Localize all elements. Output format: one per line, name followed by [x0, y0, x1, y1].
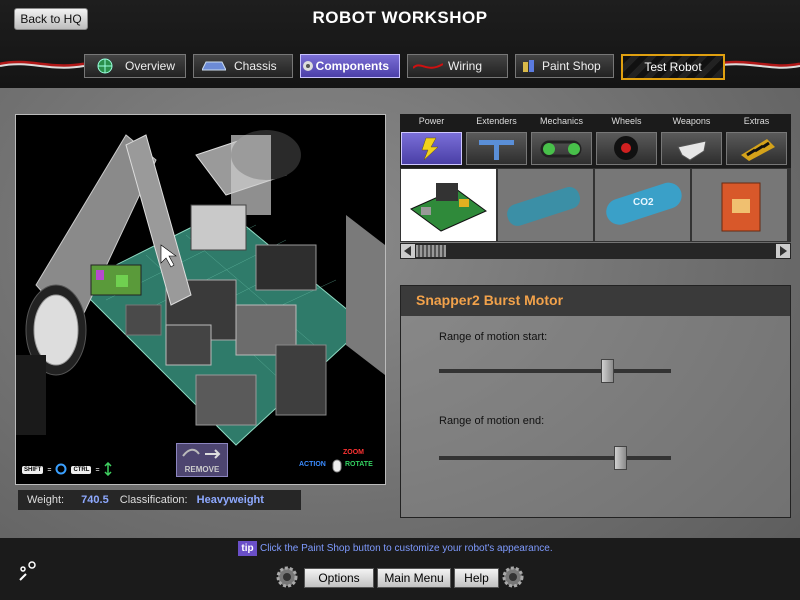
robot-stats-bar: Weight: 740.5 Classification: Heavyweigh…	[18, 490, 301, 510]
classification-value: Heavyweight	[196, 494, 264, 506]
page-title: ROBOT WORKSHOP	[312, 8, 488, 27]
mouse-icon	[332, 459, 342, 475]
robot-3d-viewport[interactable]: REMOVE SHIFT = CTRL = ZOOM ACTION ROTATE	[15, 114, 386, 485]
weight-value: 740.5	[81, 494, 109, 506]
parts-strip: CO2	[400, 168, 791, 242]
circuit-board-part[interactable]	[401, 169, 496, 241]
scroll-right-arrow-icon[interactable]	[776, 244, 790, 258]
remove-button[interactable]: REMOVE	[176, 443, 228, 477]
lightning-icon	[401, 132, 462, 165]
range-start-label: Range of motion start:	[439, 331, 548, 343]
tab-test-robot[interactable]: Test Robot	[621, 54, 725, 80]
range-start-slider[interactable]	[439, 359, 671, 383]
wheel-icon	[596, 132, 657, 165]
scrollbar-thumb[interactable]	[416, 245, 446, 257]
category-power[interactable]: Power	[400, 114, 463, 168]
status-indicator-icon	[16, 560, 40, 589]
extender-bar-icon	[466, 132, 527, 165]
tab-overview[interactable]: Overview	[84, 54, 186, 78]
tip-badge: tip	[238, 541, 257, 556]
help-button[interactable]: Help	[454, 568, 499, 588]
paint-cans-icon	[516, 58, 542, 74]
gear-icon	[276, 566, 298, 588]
component-category-bar: Power Extenders Mechanics Wheels Weapons…	[400, 114, 791, 168]
component-properties-panel: Snapper2 Burst Motor Range of motion sta…	[400, 285, 791, 518]
blade-icon	[661, 132, 722, 165]
camera-key-hints: SHIFT = CTRL =	[22, 461, 112, 478]
tab-wiring[interactable]: Wiring	[407, 54, 508, 78]
scroll-left-arrow-icon[interactable]	[401, 244, 415, 258]
co2-tank-part[interactable]: CO2	[595, 169, 690, 241]
robot-model[interactable]	[16, 115, 385, 484]
chassis-icon	[194, 60, 234, 72]
range-end-slider[interactable]	[439, 446, 671, 470]
header: Back to HQ ROBOT WORKSHOP Overview Chass…	[0, 0, 800, 88]
hazard-plate-icon	[726, 132, 787, 165]
range-end-thumb[interactable]	[614, 446, 627, 470]
options-button[interactable]: Options	[304, 568, 374, 588]
parts-scrollbar[interactable]	[400, 243, 791, 259]
chain-sprocket-icon	[531, 132, 592, 165]
gear-icon	[301, 59, 316, 73]
component-name: Snapper2 Burst Motor	[416, 292, 564, 308]
category-mechanics[interactable]: Mechanics	[530, 114, 593, 168]
wire-icon	[408, 60, 448, 72]
tip-text: Click the Paint Shop button to customize…	[260, 543, 553, 554]
gear-icon	[502, 566, 524, 588]
range-start-thumb[interactable]	[601, 359, 614, 383]
blue-pneumatic-tank-part[interactable]	[498, 169, 593, 241]
remove-arrows-icon	[182, 448, 221, 459]
category-extras[interactable]: Extras	[725, 114, 788, 168]
category-wheels[interactable]: Wheels	[595, 114, 658, 168]
vertical-arrows-icon	[104, 461, 112, 478]
tab-components[interactable]: Components	[300, 54, 400, 78]
category-weapons[interactable]: Weapons	[660, 114, 723, 168]
tab-paint-shop[interactable]: Paint Shop	[515, 54, 614, 78]
panel-header: Snapper2 Burst Motor	[401, 286, 790, 316]
globe-icon	[85, 58, 125, 74]
orange-battery-part[interactable]	[692, 169, 787, 241]
range-end-label: Range of motion end:	[439, 415, 545, 427]
mouse-controls-hint: ZOOM ACTION ROTATE	[299, 449, 379, 475]
main-menu-button[interactable]: Main Menu	[377, 568, 451, 588]
category-extenders[interactable]: Extenders	[465, 114, 528, 168]
shift-key: SHIFT	[22, 466, 44, 474]
tab-chassis[interactable]: Chassis	[193, 54, 293, 78]
ctrl-key: CTRL	[71, 466, 92, 474]
rotate-icon	[55, 463, 67, 477]
tab-bar: Overview Chassis Components Wiring Paint…	[84, 54, 725, 80]
